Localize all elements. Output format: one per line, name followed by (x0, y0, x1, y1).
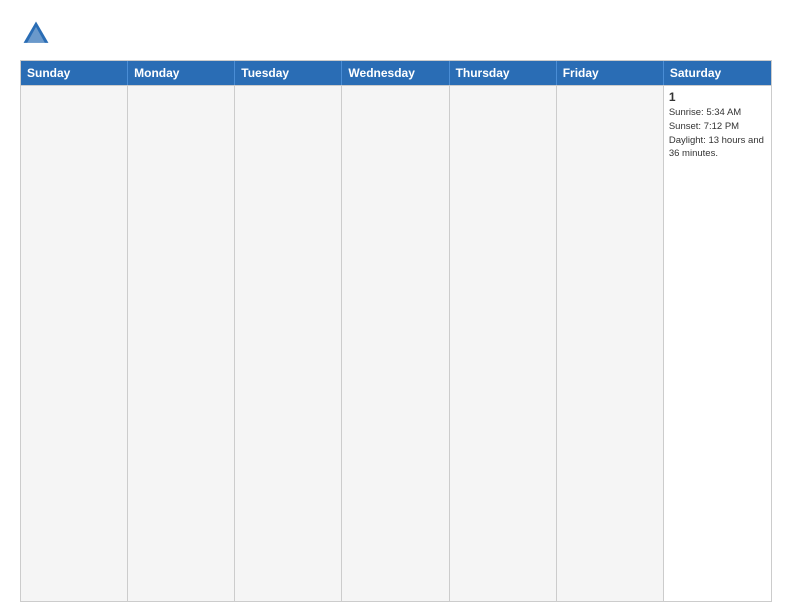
calendar-header-day: Saturday (664, 61, 771, 85)
calendar-cell-empty (557, 86, 664, 601)
calendar-header-day: Sunday (21, 61, 128, 85)
calendar-cell: 1 Sunrise: 5:34 AMSunset: 7:12 PMDaylight… (664, 86, 771, 601)
calendar-cell-empty (235, 86, 342, 601)
page: SundayMondayTuesdayWednesdayThursdayFrid… (0, 0, 792, 612)
calendar-header-day: Friday (557, 61, 664, 85)
calendar-cell-empty (128, 86, 235, 601)
day-number: 1 (669, 90, 766, 104)
calendar-header-day: Thursday (450, 61, 557, 85)
calendar-body: 1 Sunrise: 5:34 AMSunset: 7:12 PMDaylight… (21, 85, 771, 601)
calendar-header: SundayMondayTuesdayWednesdayThursdayFrid… (21, 61, 771, 85)
header (20, 18, 772, 50)
calendar-week: 1 Sunrise: 5:34 AMSunset: 7:12 PMDaylight… (21, 85, 771, 601)
calendar-header-day: Monday (128, 61, 235, 85)
day-info: Sunrise: 5:34 AMSunset: 7:12 PMDaylight:… (669, 107, 764, 159)
calendar-header-day: Tuesday (235, 61, 342, 85)
calendar-header-day: Wednesday (342, 61, 449, 85)
logo-icon (20, 18, 52, 50)
calendar-cell-empty (21, 86, 128, 601)
logo (20, 18, 56, 50)
calendar-cell-empty (342, 86, 449, 601)
calendar: SundayMondayTuesdayWednesdayThursdayFrid… (20, 60, 772, 602)
calendar-cell-empty (450, 86, 557, 601)
